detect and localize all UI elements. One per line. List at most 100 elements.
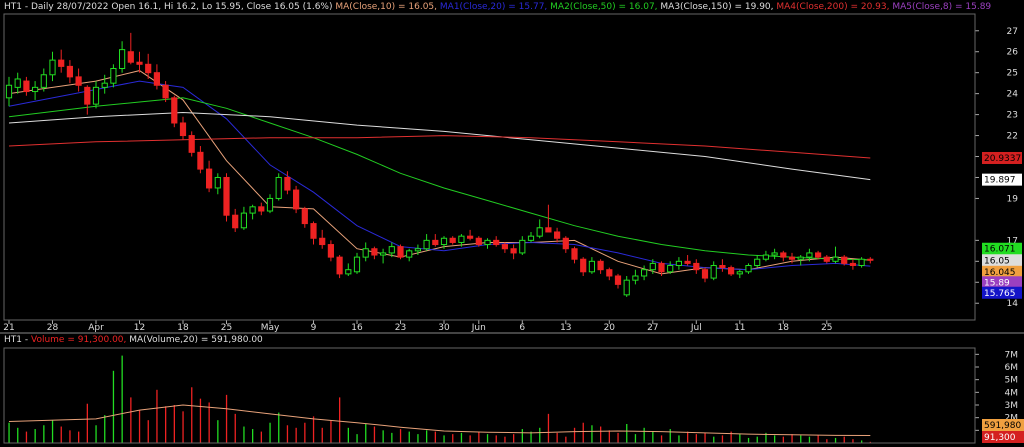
candle-body: [458, 235, 465, 243]
volume-bar: [252, 429, 254, 443]
price-tick-label: 22: [1007, 132, 1018, 142]
candle: [701, 267, 709, 283]
candle: [867, 257, 874, 264]
volume-header-ma: MA(Volume,20) = 591,980.00: [126, 335, 263, 345]
candle-body: [284, 176, 291, 191]
candle: [736, 269, 743, 279]
volume-header-sep: -: [22, 335, 31, 345]
volume-bar: [539, 427, 541, 443]
candle-body: [501, 244, 508, 250]
candle: [23, 76, 30, 96]
candle-body: [649, 262, 656, 271]
candle-body: [127, 51, 134, 63]
candle: [571, 246, 578, 264]
candle-body: [527, 235, 535, 241]
volume-tag: 91,300: [982, 431, 1024, 443]
indicator-label: MA2(Close,50) = 16.07,: [547, 2, 658, 12]
volume-bar: [547, 413, 550, 443]
candle-body: [684, 260, 691, 264]
candle: [101, 74, 108, 94]
volume-bar: [800, 435, 802, 443]
candle-body: [736, 271, 743, 275]
candle: [580, 257, 587, 276]
candle-body: [58, 59, 65, 67]
candle-body: [136, 61, 143, 65]
volume-bar: [34, 429, 36, 443]
ma-line: [8, 97, 871, 261]
price-tag-label: 16.05: [984, 256, 1010, 266]
candlesticks[interactable]: [5, 32, 874, 297]
candle: [632, 269, 639, 285]
candle: [336, 255, 343, 279]
candle: [362, 242, 369, 262]
volume-bar: [843, 436, 845, 443]
candle-body: [536, 227, 543, 237]
volume-bar: [95, 425, 97, 443]
candle-body: [658, 262, 665, 273]
candle: [49, 51, 56, 82]
volume-bar: [182, 411, 184, 443]
volume-bar: [721, 435, 724, 443]
volume-bar: [452, 434, 454, 443]
volume-bar: [365, 424, 367, 443]
candle-body: [797, 256, 804, 260]
candle: [606, 267, 613, 281]
candle-body: [614, 275, 622, 285]
date-tick-label: 20: [604, 323, 616, 333]
volume-tag-label: 591,980: [984, 421, 1021, 431]
stock-chart[interactable]: 1415161719202122232425262720.933719.8971…: [0, 0, 1024, 447]
volume-bars[interactable]: [8, 355, 871, 443]
volume-bar: [434, 431, 436, 443]
candle-body: [336, 256, 343, 275]
candle: [710, 261, 717, 281]
candle: [345, 263, 352, 276]
candle-body: [206, 168, 213, 189]
candle: [780, 250, 787, 262]
candle-body: [510, 248, 517, 254]
candle-body: [754, 258, 761, 267]
volume-bar: [660, 435, 663, 443]
price-axis: 1415161719202122232425262720.933719.8971…: [975, 27, 1022, 309]
candle-body: [258, 206, 265, 212]
price-tick-label: 26: [1007, 48, 1019, 58]
candle-body: [641, 269, 648, 277]
candle: [588, 257, 595, 274]
candle: [223, 173, 230, 222]
candle-body: [223, 176, 230, 216]
candle: [423, 234, 430, 251]
volume-header-value: Volume = 91,300.00,: [30, 335, 127, 345]
candle-body: [249, 206, 256, 214]
volume-bar: [443, 435, 445, 443]
volume-bar: [826, 439, 828, 443]
price-tag: 19.897: [982, 173, 1022, 186]
candle: [597, 259, 604, 274]
candle-body: [84, 86, 91, 105]
volume-bar: [278, 412, 280, 443]
volume-bar: [112, 370, 115, 443]
candle: [849, 259, 856, 270]
volume-bar: [191, 387, 193, 443]
ma-line: [8, 80, 871, 271]
volume-bar: [173, 405, 175, 443]
candle-body: [371, 248, 378, 256]
date-tick-label: 21: [3, 323, 14, 333]
volume-bar: [78, 431, 80, 443]
volume-bar: [782, 436, 784, 443]
candle: [406, 248, 413, 262]
price-tag: 16.071: [982, 242, 1022, 255]
candle: [240, 206, 248, 230]
candle-body: [858, 258, 865, 267]
price-header: HT1 - Daily 28/07/2022 Open 16.1, Hi 16.…: [4, 2, 991, 12]
candle-body: [232, 214, 239, 229]
candle-body: [23, 80, 30, 93]
candle-body: [353, 256, 361, 273]
volume-bar: [339, 397, 341, 443]
candle: [380, 248, 387, 264]
price-tick-label: 14: [1007, 299, 1019, 309]
candle: [266, 194, 274, 214]
candle: [319, 229, 326, 249]
volume-bar: [469, 435, 471, 443]
candle-body: [345, 269, 352, 275]
candle: [832, 246, 839, 264]
volume-bar: [756, 436, 758, 443]
